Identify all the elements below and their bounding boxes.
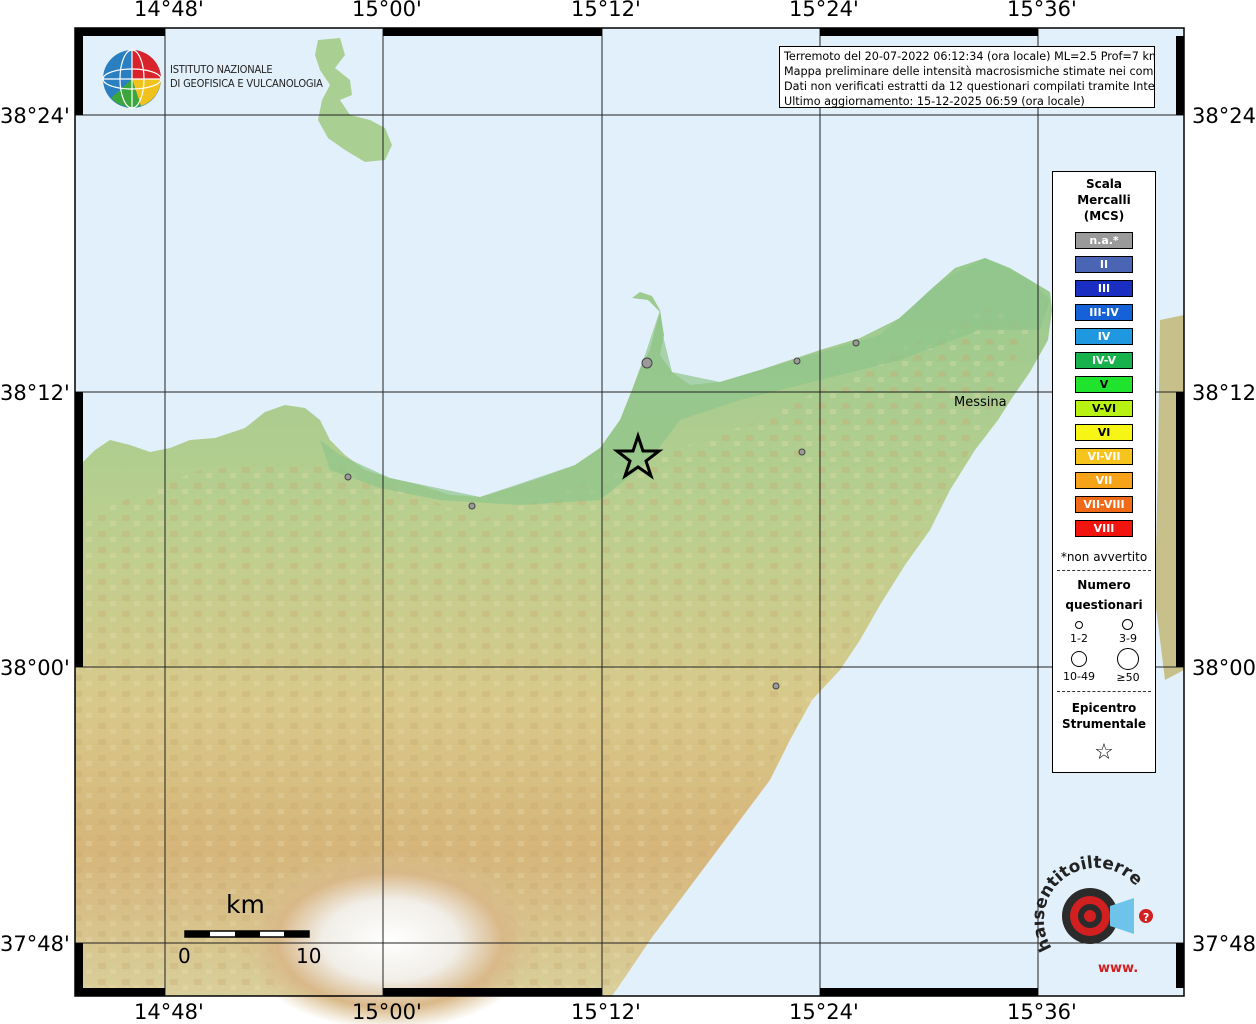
lon-label: 15°36' [1007,0,1077,21]
lon-label: 15°36' [1007,1000,1077,1024]
intensity-swatch-row: II [1053,252,1155,276]
intensity-swatch-row: VI [1053,420,1155,444]
report-point [852,339,860,347]
report-point [641,357,653,369]
count-size-key: 1-2 3-9 10-49 ≥50 [1053,615,1155,685]
intensity-swatch-row: VIII [1053,516,1155,540]
intensity-swatch: VIII [1075,519,1133,537]
intensity-swatch-row: VI-VII [1053,444,1155,468]
event-info-line: Terremoto del 20-07-2022 06:12:34 (ora l… [784,50,1155,63]
lon-label: 15°00' [352,1000,422,1024]
lat-label: 37°48' [1192,932,1256,956]
legend-divider [1057,691,1151,692]
intensity-swatch-row: IV-V [1053,348,1155,372]
lat-label: 38°24' [1192,104,1256,128]
badge-url: www. [1098,961,1138,976]
size-marker-small [1075,621,1083,629]
report-point [772,682,780,690]
lon-label: 15°24' [789,1000,859,1024]
star-icon: ☆ [1094,740,1114,765]
count-title-line: questionari [1065,598,1143,612]
legend-title-line: Mercalli [1077,193,1131,207]
intensity-swatch: V [1075,375,1133,393]
lat-label: 38°00' [0,656,70,680]
epicenter-title-line: Epicentro [1071,701,1137,715]
logo-line: DI GEOFISICA E VULCANOLOGIA [170,77,323,90]
intensity-swatch: IV [1075,327,1133,345]
size-marker-xlarge [1117,648,1139,670]
lat-label: 38°12' [1192,381,1256,405]
intensity-swatch: III [1075,279,1133,297]
size-label: 10-49 [1063,670,1095,683]
lat-label: 38°12' [0,381,70,405]
size-label: 3-9 [1119,632,1137,645]
intensity-swatch-row: VII [1053,468,1155,492]
intensity-swatches: n.a.* II III III-IV IV IV-V V V-VI VI VI-VII VII VI… [1053,228,1155,540]
intensity-swatch: n.a.* [1075,231,1133,249]
size-marker-large [1071,651,1087,667]
lon-label: 15°24' [789,0,859,21]
intensity-swatch: VII-VIII [1075,495,1133,513]
intensity-swatch: IV-V [1075,351,1133,369]
legend: Scala Mercalli (MCS) n.a.* II III III-IV IV I… [1052,171,1156,773]
count-title: Numero questionari [1053,575,1155,615]
intensity-swatch-row: IV [1053,324,1155,348]
lat-label: 37°48' [0,932,70,956]
count-title-line: Numero [1077,578,1131,592]
report-point [468,502,476,510]
lon-label: 14°48' [134,1000,204,1024]
legend-note: *non avvertito [1060,550,1148,564]
scale-end: 10 [296,944,322,968]
size-label: 1-2 [1070,632,1088,645]
intensity-swatch: VII [1075,471,1133,489]
size-marker-medium [1122,619,1133,630]
lon-label: 15°12' [571,0,641,21]
ingv-globe-icon [102,49,162,109]
intensity-swatch-row: V-VI [1053,396,1155,420]
intensity-swatch: II [1075,255,1133,273]
event-info-line: Ultimo aggiornamento: 15-12-2025 06:59 (… [784,95,1085,108]
haisentito-logo-icon: ? haisentitoilterremoto.it www. [1034,852,1153,976]
legend-title-line: (MCS) [1083,209,1125,223]
logo-line: ISTITUTO NAZIONALE [170,63,273,76]
intensity-swatch-row: III [1053,276,1155,300]
event-info-line: Mappa preliminare delle intensità macros… [784,65,1155,78]
epicenter-title: Epicentro Strumentale [1053,700,1155,732]
scale-unit: km [226,890,265,919]
report-point [344,473,352,481]
lat-label: 38°00' [1192,656,1256,680]
intensity-swatch: VI [1075,423,1133,441]
ingv-logo-text: ISTITUTO NAZIONALE DI GEOFISICA E VULCAN… [170,63,323,91]
lon-label: 14°48' [134,0,204,21]
report-point [793,357,801,365]
intensity-swatch-row: VII-VIII [1053,492,1155,516]
lon-label: 15°00' [352,0,422,21]
intensity-swatch-row: III-IV [1053,300,1155,324]
intensity-swatch: V-VI [1075,399,1133,417]
intensity-swatch-row: n.a.* [1053,228,1155,252]
scale-start: 0 [178,944,191,968]
legend-title: Scala Mercalli (MCS) [1053,176,1155,224]
intensity-swatch-row: V [1053,372,1155,396]
size-label: ≥50 [1116,671,1140,684]
report-point [798,448,806,456]
lon-label: 15°12' [571,1000,641,1024]
lat-label: 38°24' [0,104,70,128]
legend-title-line: Scala [1085,177,1123,191]
event-info-box: Terremoto del 20-07-2022 06:12:34 (ora l… [779,46,1155,108]
legend-divider [1057,570,1151,571]
intensity-swatch: VI-VII [1075,447,1133,465]
scale-bar-graphic [184,930,310,938]
intensity-swatch: III-IV [1075,303,1133,321]
badge-question: ? [1143,911,1149,924]
place-label: Messina [954,395,1007,410]
epicenter-title-line: Strumentale [1061,717,1147,731]
event-info-line: Dati non verificati estratti da 12 quest… [784,80,1155,93]
